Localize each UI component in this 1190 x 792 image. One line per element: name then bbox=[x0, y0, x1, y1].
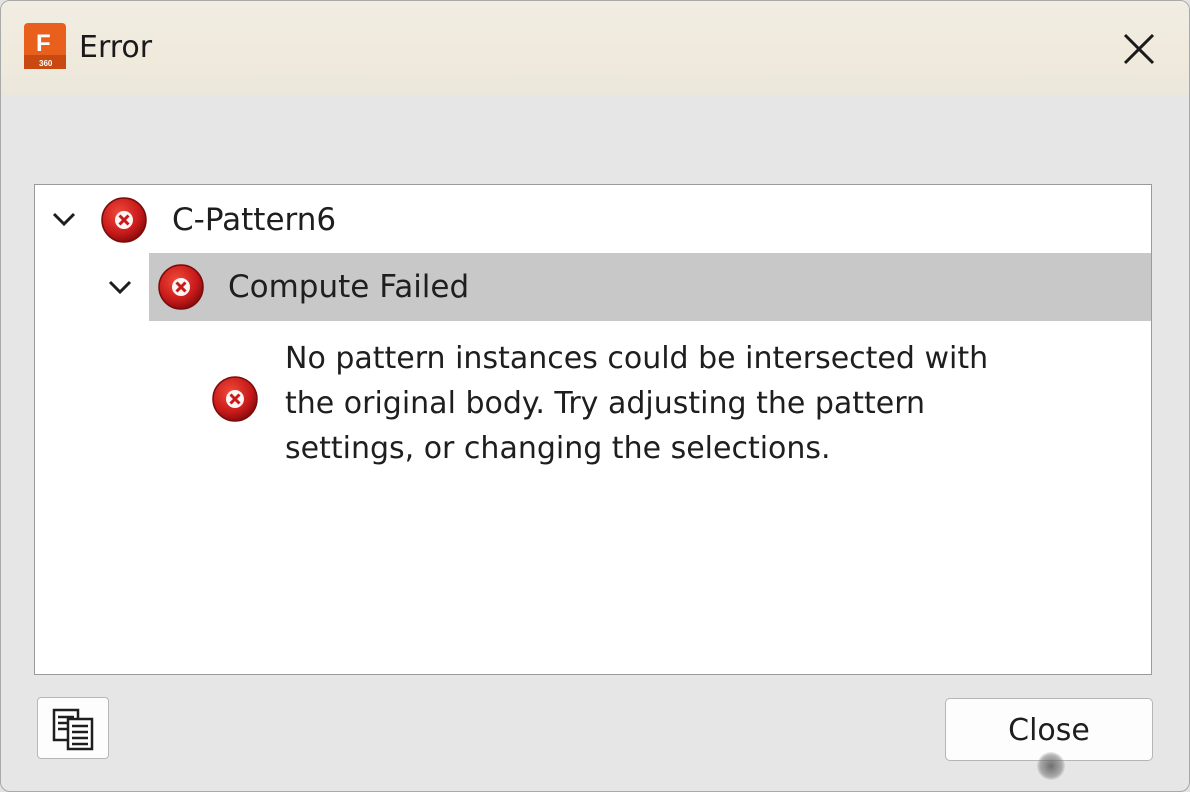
title-bar: F 360 Error bbox=[1, 1, 1189, 95]
window-title: Error bbox=[79, 30, 153, 65]
error-message-line: settings, or changing the selections. bbox=[285, 431, 831, 466]
error-icon bbox=[100, 196, 148, 244]
error-message-line: No pattern instances could be intersecte… bbox=[285, 341, 989, 376]
tree-item-compute-failed[interactable]: Compute Failed bbox=[149, 253, 1151, 321]
error-tree: C-Pattern6 Compute Failed No pattern ins… bbox=[34, 184, 1152, 675]
error-icon bbox=[157, 263, 205, 311]
svg-text:F: F bbox=[36, 30, 51, 57]
error-icon bbox=[211, 375, 259, 423]
tree-item-label: C-Pattern6 bbox=[172, 202, 337, 238]
svg-text:360: 360 bbox=[39, 59, 53, 68]
error-message-line: the original body. Try adjusting the pat… bbox=[285, 386, 926, 421]
tree-item-c-pattern6[interactable]: C-Pattern6 bbox=[35, 185, 1151, 253]
close-icon[interactable] bbox=[1119, 29, 1159, 69]
copy-to-clipboard-icon bbox=[52, 708, 94, 751]
error-message: No pattern instances could be intersecte… bbox=[285, 336, 1025, 471]
chevron-down-icon[interactable] bbox=[50, 205, 78, 233]
tree-item-label: Compute Failed bbox=[228, 269, 470, 305]
mouse-cursor bbox=[1037, 752, 1065, 780]
fusion-360-icon: F 360 bbox=[24, 23, 66, 69]
chevron-down-icon[interactable] bbox=[106, 273, 134, 301]
error-dialog: F 360 Error C-Pattern6 Compute Failed No… bbox=[0, 0, 1190, 792]
copy-to-clipboard-button[interactable] bbox=[37, 697, 109, 759]
